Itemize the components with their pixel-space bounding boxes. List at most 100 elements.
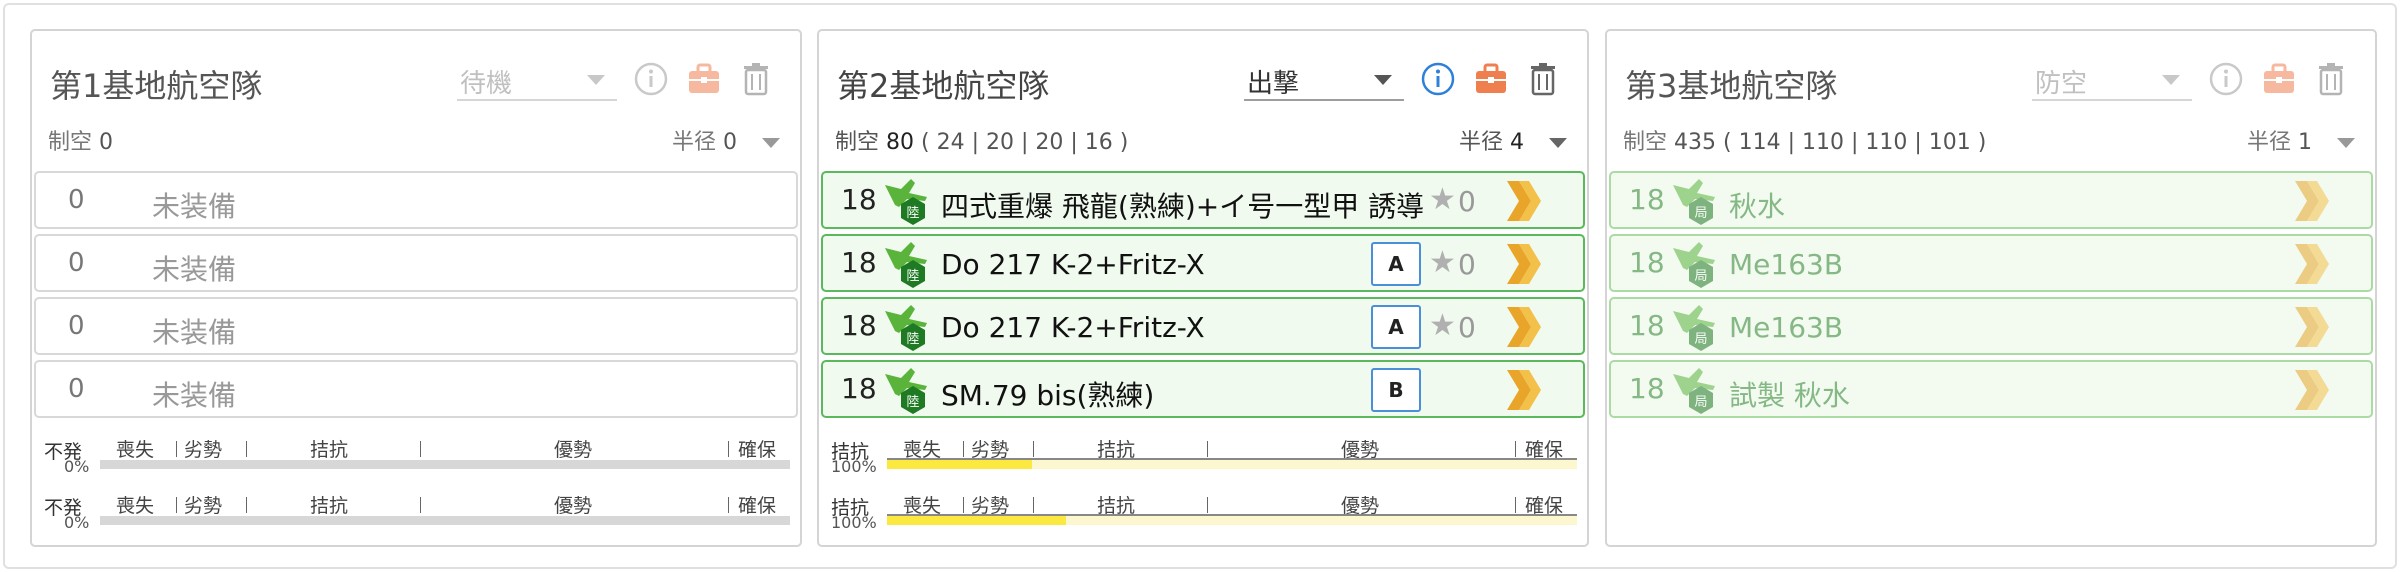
- slot-count: 0: [68, 374, 85, 404]
- equipment-slot[interactable]: 18 陸 Do 217 K-2+Fritz-X A ★ 0: [821, 234, 1585, 292]
- equipment-slot[interactable]: 0 未装備: [34, 171, 798, 229]
- mode-select[interactable]: 出撃: [1244, 59, 1404, 101]
- scale-divider: [1207, 497, 1208, 513]
- scale-divider: [1515, 441, 1516, 457]
- slot-name: SM.79 bis(熟練): [941, 379, 1155, 412]
- scale-divider: [420, 497, 421, 513]
- scale-divider: [1207, 441, 1208, 457]
- slot-name: Me163B: [1729, 248, 1844, 281]
- proficiency-chevron-icon: [2295, 370, 2329, 410]
- mode-select[interactable]: 待機: [457, 59, 617, 101]
- progress-fill: [887, 516, 1067, 525]
- scale-divider: [1033, 497, 1034, 513]
- radius-value: 1: [2298, 130, 2312, 155]
- equipment-slot[interactable]: 18 陸 Do 217 K-2+Fritz-X A ★ 0: [821, 297, 1585, 355]
- radius-label: 半径: [671, 130, 716, 155]
- info-icon[interactable]: [1419, 60, 1457, 98]
- equipment-slot[interactable]: 18 局 Me163B: [1609, 297, 2373, 355]
- slot-count: 18: [1629, 246, 1665, 279]
- scale-label-inferior: 劣勢: [184, 495, 223, 517]
- equipment-slot[interactable]: 18 局 Me163B: [1609, 234, 2373, 292]
- scale-divider: [176, 441, 177, 457]
- air-power-label: 制空: [1623, 130, 1668, 155]
- equipment-slot[interactable]: 0 未装備: [34, 234, 798, 292]
- air-corps-panel-3: 第3基地航空隊 防空 制空 435 (114 | 110 | 110 | 10…: [1605, 29, 2377, 547]
- corps-title: 第1基地航空隊: [50, 67, 263, 105]
- air-corps-panel-2: 第2基地航空隊 出撃 制空 80 (24 | 20 | 20 | 16) 半…: [817, 29, 1589, 547]
- rank-badge: A: [1371, 242, 1421, 286]
- svg-text:局: 局: [1694, 269, 1707, 284]
- scale-label-inferior: 劣勢: [184, 439, 223, 461]
- land-based-bomber-icon: 陸: [885, 368, 927, 414]
- slot-count: 0: [68, 185, 85, 215]
- panel-header: 第3基地航空隊 防空: [1607, 31, 2375, 129]
- radius-label: 半径: [2246, 130, 2291, 155]
- radius-select[interactable]: 半径 1: [2247, 124, 2355, 156]
- equipment-slot[interactable]: 18 陸 四式重爆 飛龍(熟練)+イ号一型甲 誘導 ★ 0: [821, 171, 1585, 229]
- panel-header: 第1基地航空隊 待機: [32, 31, 800, 129]
- air-power-value: 435: [1674, 130, 1717, 155]
- scale-divider: [963, 441, 964, 457]
- air-state-percent: 0%: [64, 513, 90, 532]
- scale-label-superiority: 優勢: [554, 439, 593, 461]
- chevron-down-icon: [2337, 138, 2355, 148]
- air-state-percent: 0%: [64, 457, 90, 476]
- equipment-slot[interactable]: 0 未装備: [34, 360, 798, 418]
- slot-name: Do 217 K-2+Fritz-X: [941, 248, 1205, 281]
- scale-label-parity: 拮抗: [310, 439, 349, 461]
- air-power-stat: 制空 80 ( 24 | 20 | 20 | 16 ): [835, 124, 1128, 156]
- air-state-percent: 100%: [831, 513, 877, 532]
- scale-label-supremacy: 確保: [738, 439, 777, 461]
- mode-value: 出撃: [1247, 69, 1300, 99]
- info-icon[interactable]: [2207, 60, 2245, 98]
- svg-text:局: 局: [1694, 395, 1707, 410]
- air-power-breakdown: ( 24 | 20 | 20 | 16 ): [921, 130, 1129, 155]
- star-icon: ★: [1429, 182, 1456, 217]
- radius-select[interactable]: 半径 4: [1459, 124, 1567, 156]
- slot-count: 18: [1629, 183, 1665, 216]
- scale-label-loss: 喪失: [116, 439, 155, 461]
- trash-icon[interactable]: [1524, 60, 1562, 98]
- scale-divider: [1515, 497, 1516, 513]
- air-power-label: 制空: [835, 130, 880, 155]
- chevron-down-icon: [1549, 138, 1567, 148]
- progress-fill: [887, 460, 1032, 469]
- improvement-level: 0: [1458, 185, 1476, 218]
- chevron-down-icon: [2162, 75, 2180, 85]
- scale-divider: [246, 441, 247, 457]
- scale-divider: [246, 497, 247, 513]
- radius-select[interactable]: 半径 0: [672, 124, 780, 156]
- slot-name: 未装備: [152, 379, 237, 412]
- info-icon[interactable]: [632, 60, 670, 98]
- briefcase-icon[interactable]: [685, 60, 723, 98]
- improvement-level: 0: [1458, 311, 1476, 344]
- scale-divider: [1033, 441, 1034, 457]
- trash-icon[interactable]: [2312, 60, 2350, 98]
- equipment-slot[interactable]: 18 陸 SM.79 bis(熟練) B: [821, 360, 1585, 418]
- progress-track: [887, 516, 1577, 525]
- chevron-down-icon: [762, 138, 780, 148]
- interceptor-icon: 局: [1673, 305, 1715, 351]
- slot-name: Do 217 K-2+Fritz-X: [941, 311, 1205, 344]
- interceptor-icon: 局: [1673, 368, 1715, 414]
- chevron-down-icon: [1374, 75, 1392, 85]
- scale-divider: [728, 497, 729, 513]
- briefcase-icon[interactable]: [2260, 60, 2298, 98]
- scale-divider: [420, 441, 421, 457]
- equipment-slot[interactable]: 18 局 秋水: [1609, 171, 2373, 229]
- briefcase-icon[interactable]: [1472, 60, 1510, 98]
- equipment-slot[interactable]: 0 未装備: [34, 297, 798, 355]
- air-state-percent: 100%: [831, 457, 877, 476]
- star-icon: ★: [1429, 245, 1456, 280]
- equipment-slot[interactable]: 18 局 試製 秋水: [1609, 360, 2373, 418]
- air-corps-panel-1: 第1基地航空隊 待機 制空 0 半径 0 0 未装備 0 未装備 0 未装備 0…: [30, 29, 802, 547]
- scale-label-loss: 喪失: [116, 495, 155, 517]
- trash-icon[interactable]: [737, 60, 775, 98]
- corps-title: 第3基地航空隊: [1625, 67, 1838, 105]
- mode-select[interactable]: 防空: [2032, 59, 2192, 101]
- air-state-bar: 不発 0% 喪失 劣勢 拮抗 優勢 確保: [40, 435, 800, 476]
- slot-name: 秋水: [1729, 190, 1786, 223]
- svg-text:陸: 陸: [906, 394, 919, 410]
- slot-name: 未装備: [152, 253, 237, 286]
- mode-value: 待機: [460, 69, 513, 99]
